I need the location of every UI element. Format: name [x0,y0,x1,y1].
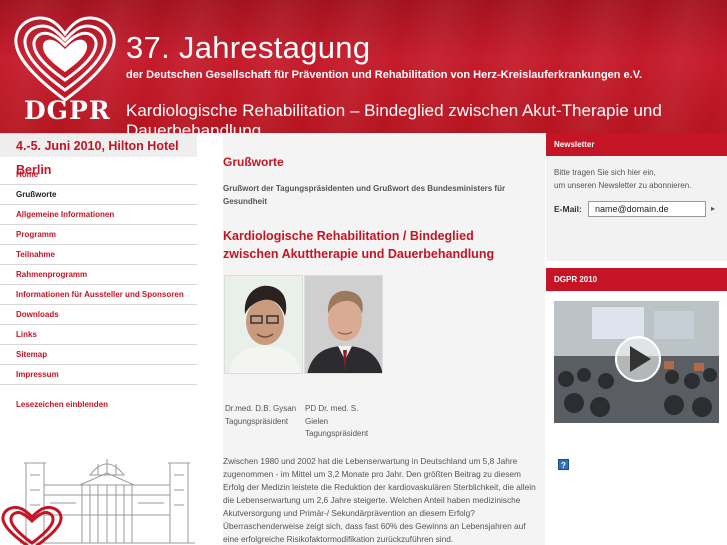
dgpr-logo-text: DGPR [24,96,111,125]
nav-item-home[interactable]: Home [0,165,197,185]
right-sidebar: Newsletter Bitte tragen Sie sich hier ei… [546,133,727,545]
nav-item-teilnahme[interactable]: Teilnahme [0,245,197,265]
main-navigation: Home Grußworte Allgemeine Informationen … [0,165,197,385]
bookmark-toggle-link[interactable]: Lesezeichen einblenden [16,400,108,409]
nav-item-grussworte[interactable]: Grußworte [0,185,197,205]
portrait-caption-gysan: Dr.med. D.B. Gysan Tagungspräsident [225,403,296,428]
caption-name: Dr.med. D.B. Gysan [225,404,297,413]
organization-subtitle: der Deutschen Gesellschaft für Präventio… [126,69,643,81]
conference-tagline: Kardiologische Rehabilitation – Bindegli… [126,101,662,133]
nav-item-rahmenprogramm[interactable]: Rahmenprogramm [0,265,197,285]
article-title: Kardiologische Rehabilitation / Bindegli… [223,229,495,261]
submit-arrow-icon[interactable]: ▸ [706,201,720,217]
newsletter-header: Newsletter [546,133,727,156]
portrait-photo-gysan [224,275,303,374]
site-header: DGPR 37. Jahrestagung der Deutschen Gese… [0,0,727,133]
section-description: Grußwort der Tagungspräsidenten und Gruß… [223,184,506,206]
section-heading: Grußworte [223,155,284,169]
newsletter-text-line1: Bitte tragen Sie sich hier ein, [554,168,656,177]
portrait-photo-gielen [304,275,383,374]
video-header: DGPR 2010 [546,268,727,291]
caption-role: Tagungspräsident [305,429,369,438]
video-player[interactable] [554,301,719,423]
caption-name-continued: Gielen [305,416,329,426]
heart-logo-icon[interactable] [10,12,120,107]
article-body: Zwischen 1980 und 2002 hat die Lebenserw… [223,456,536,544]
left-sidebar: 4.-5. Juni 2010, Hilton Hotel Berlin Hom… [0,133,222,545]
newsletter-text-line2: um unseren Newsletter zu abonnieren. [554,181,692,190]
newsletter-box: Bitte tragen Sie sich hier ein, um unser… [546,156,727,261]
nav-item-sitemap[interactable]: Sitemap [0,345,197,365]
nav-item-allgemeine-informationen[interactable]: Allgemeine Informationen [0,205,197,225]
date-location-bar: 4.-5. Juni 2010, Hilton Hotel Berlin [0,133,197,177]
portrait-gielen-image [305,276,382,373]
small-heart-logo-icon [1,505,63,545]
play-icon[interactable] [554,301,719,423]
nav-item-impressum[interactable]: Impressum [0,365,197,385]
main-content: Grußworte Grußwort der Tagungspräsidente… [223,133,545,545]
nav-item-downloads[interactable]: Downloads [0,305,197,325]
portrait-gysan-image [225,276,302,373]
newsletter-intro: Bitte tragen Sie sich hier ein, um unser… [554,166,691,192]
help-icon[interactable]: ? [558,459,569,470]
caption-role: Tagungspräsident [225,416,289,426]
portrait-caption-gielen: PD Dr. med. S. Gielen Tagungspräsident [305,403,368,441]
email-label: E-Mail: [554,204,582,214]
email-field[interactable] [588,201,706,217]
nav-item-programm[interactable]: Programm [0,225,197,245]
page-title: 37. Jahrestagung [126,30,371,65]
nav-item-links[interactable]: Links [0,325,197,345]
caption-name: PD Dr. med. S. [305,404,359,413]
nav-item-aussteller-sponsoren[interactable]: Informationen für Aussteller und Sponsor… [0,285,197,305]
